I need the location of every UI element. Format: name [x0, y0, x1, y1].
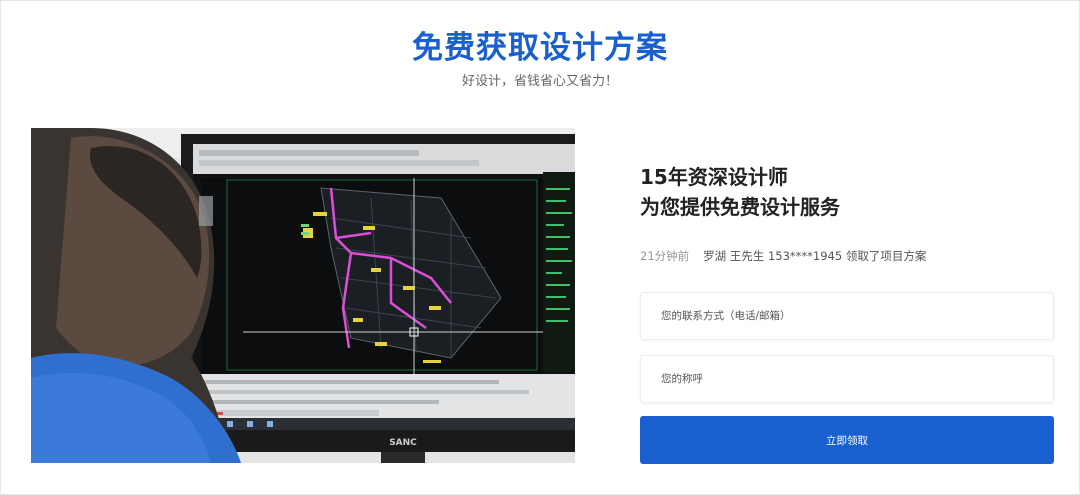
activity-time: 21分钟前	[640, 249, 690, 263]
submit-button[interactable]: 立即领取	[640, 416, 1054, 464]
contact-input[interactable]	[640, 292, 1054, 340]
activity-feed: 21分钟前 罗湖 王先生 153****1945 领取了项目方案	[640, 248, 926, 264]
monitor-brand-label: SANC	[389, 438, 417, 448]
panel-title-line1: 15年资深设计师	[640, 165, 788, 189]
activity-text: 罗湖 王先生 153****1945 领取了项目方案	[703, 249, 927, 263]
panel-title: 15年资深设计师 为您提供免费设计服务	[640, 162, 840, 222]
designer-photo: SANC	[31, 128, 575, 463]
page-title: 免费获取设计方案	[412, 30, 668, 66]
page-subtitle: 好设计，省钱省心又省力！	[461, 74, 618, 89]
panel-title-line2: 为您提供免费设计服务	[640, 195, 840, 219]
name-input[interactable]	[640, 355, 1054, 403]
